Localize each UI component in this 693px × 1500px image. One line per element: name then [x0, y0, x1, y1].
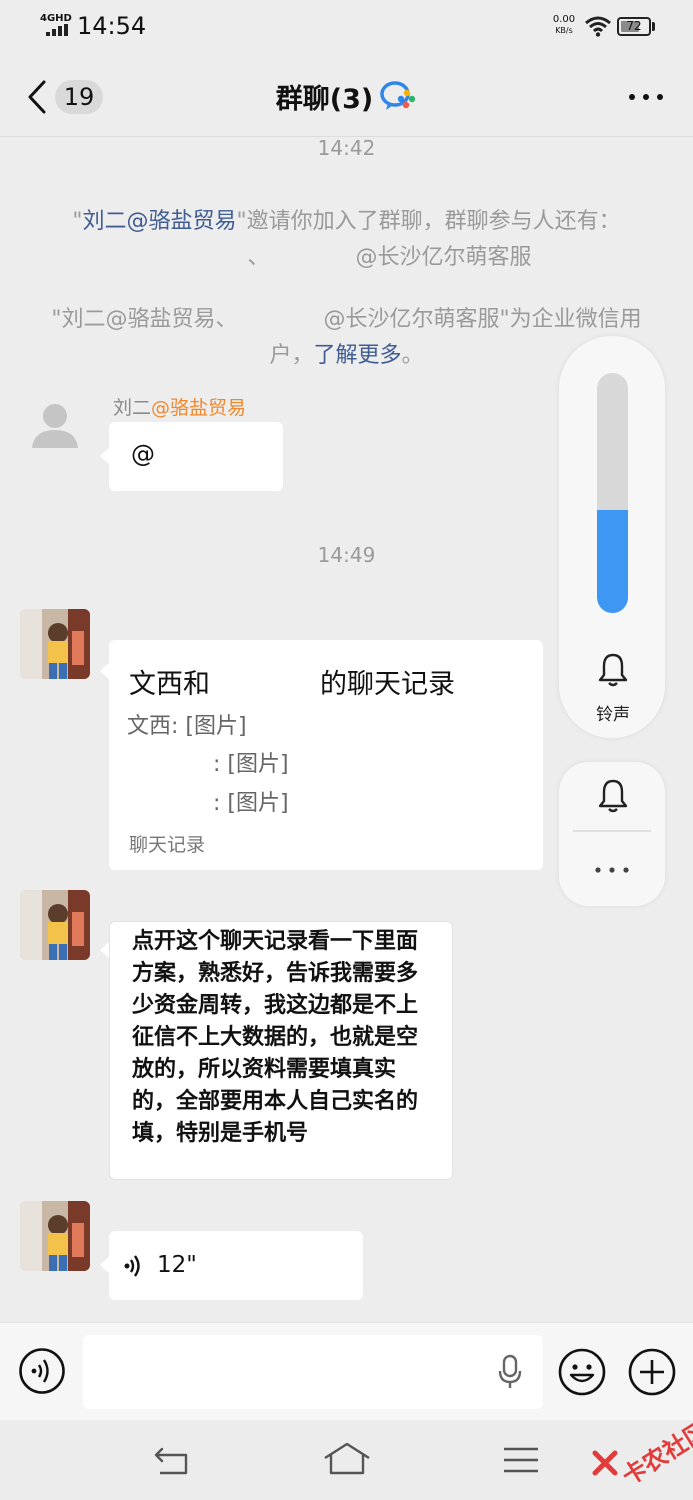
ring-label: 铃声: [596, 705, 630, 725]
system-text: 、: [247, 245, 270, 270]
contact-avatar[interactable]: [20, 609, 90, 679]
contact-avatar[interactable]: [20, 890, 90, 960]
battery-level: 72: [626, 19, 642, 33]
record-footer: 聊天记录: [129, 834, 206, 856]
record-line: : [图片]: [213, 791, 289, 816]
battery-icon: 72: [617, 17, 651, 36]
chat-record-title: 文西和 的聊天记录: [129, 662, 455, 701]
chat-record-card[interactable]: 文西和 的聊天记录 文西: [图片] : [图片] : [图片] 聊天记录: [109, 640, 543, 870]
plus-icon[interactable]: [627, 1347, 677, 1397]
record-title-part: 的聊天记录: [320, 669, 455, 700]
wifi-icon: [585, 16, 611, 37]
learn-more-link[interactable]: 了解更多: [313, 343, 401, 368]
nav-home-icon[interactable]: [322, 1442, 372, 1476]
nav-menu-icon[interactable]: [502, 1446, 540, 1474]
message-text: 点开这个聊天记录看一下里面方案，熟悉好，告诉我需要多少资金周转，我这边都是不上征…: [132, 929, 419, 1146]
system-message-invite: "刘二@骆盐贸易"邀请你加入了群聊，群聊参与人还有： 、 @长沙亿尔萌客服: [40, 204, 653, 276]
net-speed-unit: KB/s: [555, 26, 573, 35]
sender-display-name: 刘二: [113, 397, 152, 419]
avatar-photo: [20, 1201, 90, 1271]
avatar-photo: [20, 890, 90, 960]
back-icon[interactable]: [26, 80, 48, 114]
signal-icon: [46, 24, 68, 36]
message-bubble[interactable]: 点开这个聊天记录看一下里面方案，熟悉好，告诉我需要多少资金周转，我这边都是不上征…: [109, 921, 453, 1180]
voice-wave-icon: [124, 1255, 140, 1277]
volume-level-fill: [597, 509, 628, 613]
page-title: 群聊(3): [275, 83, 374, 115]
system-text: ": [72, 209, 83, 234]
inviter-link[interactable]: 刘二@骆盐贸易: [82, 209, 236, 234]
bell-icon[interactable]: [596, 652, 630, 688]
divider: [573, 830, 651, 832]
bell-icon[interactable]: [596, 778, 630, 814]
wecom-icon: [380, 81, 416, 110]
sender-org: @骆盐贸易: [151, 397, 247, 419]
sender-name: 刘二@骆盐贸易: [113, 393, 246, 420]
net-speed: 0.00 KB/s: [549, 14, 579, 36]
member-name: @长沙亿尔萌客服: [355, 245, 532, 270]
system-text: "刘二@骆盐贸易、: [51, 307, 238, 332]
voice-duration: 12": [157, 1252, 197, 1278]
emoji-icon[interactable]: [557, 1347, 607, 1397]
message-bubble[interactable]: @: [109, 422, 283, 491]
nav-back-icon[interactable]: [152, 1443, 192, 1477]
avatar-photo: [20, 609, 90, 679]
record-title-part: 文西和: [129, 669, 210, 700]
contact-avatar[interactable]: [20, 1201, 90, 1271]
battery-cap: [652, 22, 655, 31]
timestamp: 14:42: [317, 136, 376, 160]
message-text: @: [131, 440, 155, 468]
default-avatar-icon[interactable]: [20, 392, 90, 462]
record-line: 文西: [图片]: [127, 714, 247, 739]
system-text: 。: [401, 343, 424, 368]
title-area: 群聊(3): [200, 76, 493, 116]
status-time: 14:54: [77, 12, 147, 40]
record-line: : [图片]: [213, 752, 289, 777]
more-icon[interactable]: [594, 866, 630, 874]
unread-count-badge[interactable]: 19: [55, 80, 103, 114]
net-speed-value: 0.00: [552, 14, 576, 25]
system-text: "邀请你加入了群聊，群聊参与人还有：: [236, 209, 621, 234]
message-input[interactable]: [83, 1335, 543, 1409]
microphone-icon[interactable]: [497, 1354, 523, 1390]
system-message-wecom: "刘二@骆盐贸易、 @长沙亿尔萌客服"为企业微信用户，了解更多。: [40, 302, 653, 374]
voice-message-bubble[interactable]: 12": [109, 1231, 363, 1300]
voice-input-toggle-icon[interactable]: [18, 1347, 66, 1395]
more-icon[interactable]: [628, 92, 664, 102]
volume-slider[interactable]: [597, 373, 628, 613]
